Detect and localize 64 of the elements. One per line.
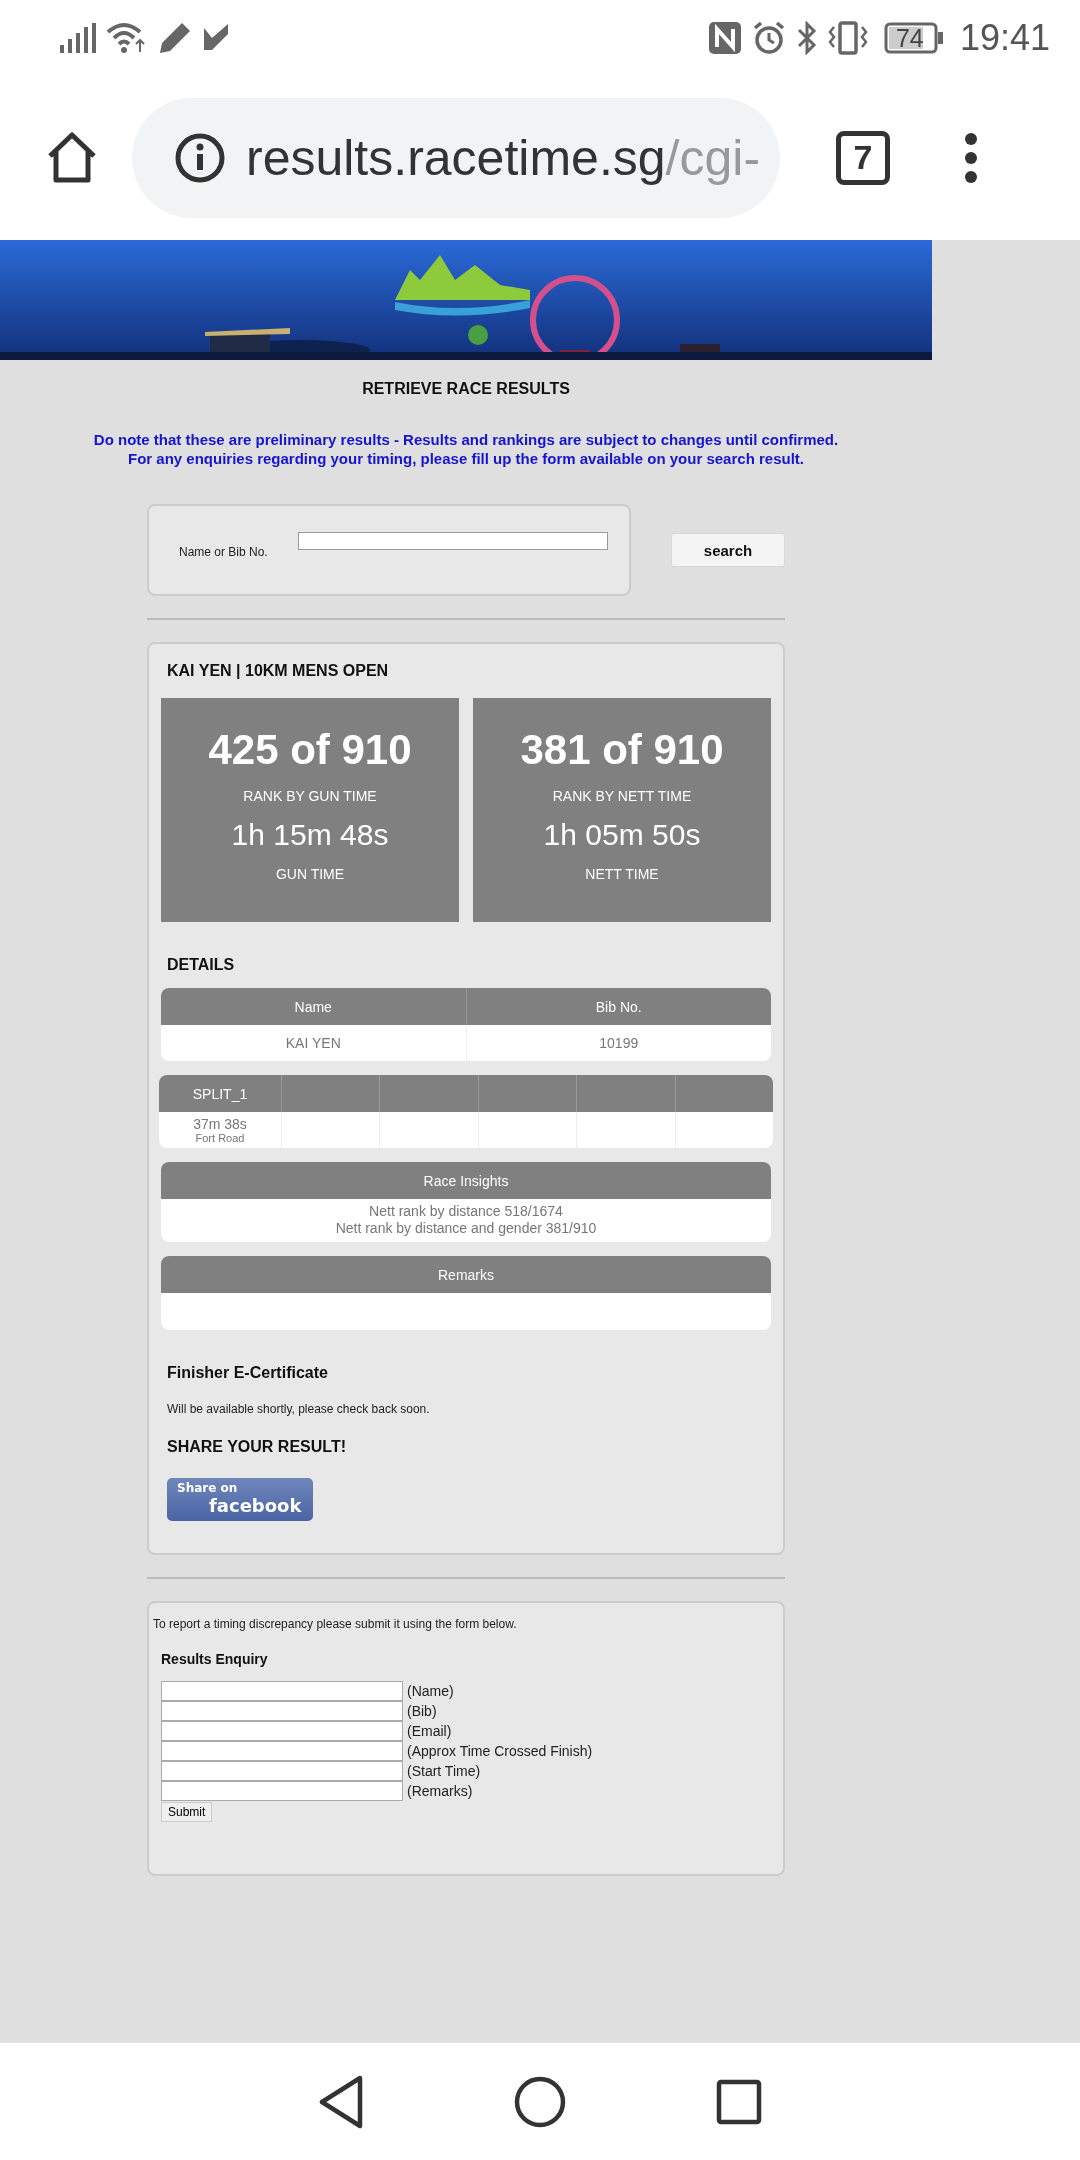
input-field[interactable] [161,1781,403,1801]
info-icon[interactable] [174,131,226,184]
tab-count-button[interactable]: 7 [836,130,890,185]
input-field[interactable] [161,1721,403,1741]
input-field[interactable] [161,1701,403,1721]
time-label: NETT TIME [585,866,659,882]
details-heading: DETAILS [167,956,236,974]
bluetooth-icon [795,20,818,55]
enquiry-heading: Results Enquiry [161,1651,269,1667]
section-header: Race Insights [422,1171,510,1191]
split-time: 37m 38s [193,1115,247,1132]
field-label: (Name) [407,1683,454,1699]
split-location: Fort Road [195,1131,245,1145]
search-field[interactable] [297,532,608,550]
time-value: 1h 15m 48s [231,818,389,852]
clock: 19:41 [959,16,1050,59]
battery-percentage: 74 [895,23,924,53]
recents-icon[interactable] [716,2078,762,2125]
search-label: Name or Bib No. [179,545,268,559]
rank-value: 381 of 910 [520,726,724,774]
rank-value: 425 of 910 [208,726,412,774]
page-heading: RETRIEVE RACE RESULTS [362,380,570,398]
table-cell-text: KAI YEN [284,1034,342,1053]
insight-text: Nett rank by distance and gender 381/910 [335,1220,597,1237]
menu-icon[interactable] [964,131,978,184]
input-field[interactable] [161,1741,403,1761]
url-text: results.racetime.sg/cgi- [246,128,761,187]
enquiry-intro: To report a timing discrepancy please submit it using the form below. [153,1617,518,1631]
field-label: (Bib) [407,1703,437,1719]
insight-text: Nett rank by distance 518/1674 [369,1203,563,1220]
result-title: KAI YEN | 10KM MENS OPEN [167,662,390,680]
share-heading: SHARE YOUR RESULT! [167,1438,347,1456]
facebook-share-button[interactable]: Share on facebook [167,1478,313,1521]
certificate-heading: Finisher E-Certificate [167,1364,329,1382]
signal-icon [60,22,96,53]
input-field[interactable] [161,1761,403,1781]
field-label: (Email) [407,1723,452,1739]
vibrate-icon [827,20,868,55]
field-label: (Approx Time Crossed Finish) [407,1743,593,1759]
wifi-icon [106,21,146,54]
address-bar[interactable]: results.racetime.sg/cgi- [132,97,780,218]
search-button[interactable]: search [671,533,785,567]
check-icon [202,23,230,52]
rank-label: RANK BY NETT TIME [552,788,692,804]
notice-text: For any enquiries regarding your timing, please fill up the form available on your search result. [128,449,804,468]
rank-label: RANK BY GUN TIME [243,788,377,804]
section-header: Remarks [437,1265,495,1285]
field-label: (Start Time) [407,1763,481,1779]
battery-icon [883,21,944,54]
notice-text: Do note that these are preliminary results - Results and rankings are subject to changes until confirmed. [93,430,839,449]
submit-button[interactable]: Submit [161,1802,213,1822]
time-value: 1h 05m 50s [543,818,701,852]
alarm-icon [751,20,786,55]
nfc-icon [707,20,742,55]
time-label: GUN TIME [275,866,345,882]
field-label: (Remarks) [407,1783,473,1799]
column-header: Name [293,997,333,1017]
home-icon[interactable] [514,2075,566,2128]
certificate-text: Will be available shortly, please check back soon. [167,1402,431,1416]
table-cell: 10199 [465,1025,771,1061]
column-header: SPLIT_1 [191,1084,249,1104]
column-header: Bib No. [465,988,771,1025]
input-field[interactable] [161,1681,403,1701]
back-icon[interactable] [318,2074,364,2129]
